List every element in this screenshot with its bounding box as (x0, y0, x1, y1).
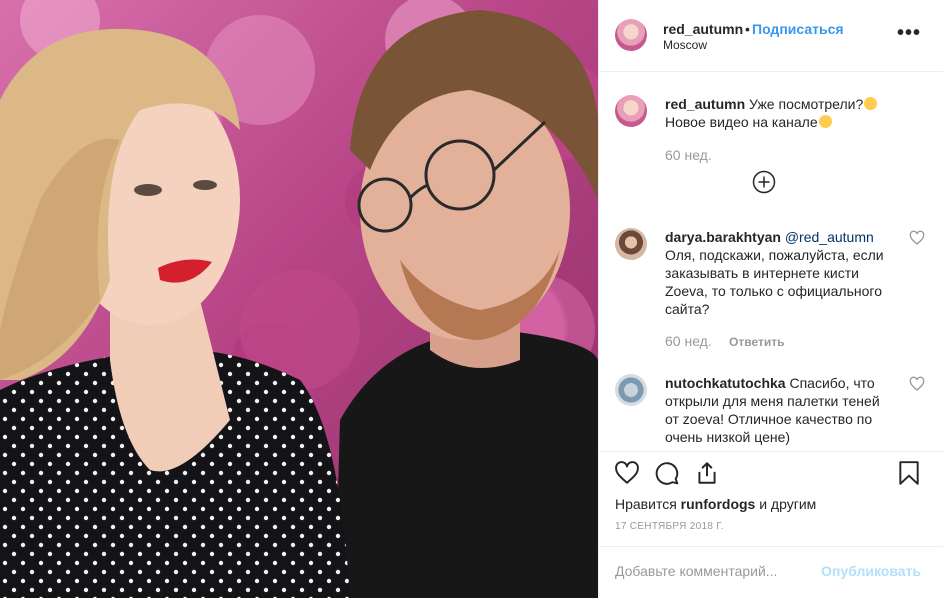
caption-line-1: Уже посмотрели? (749, 96, 864, 112)
caption: red_autumn Уже посмотрели? Новое видео н… (615, 95, 925, 165)
reply-button[interactable]: Ответить (729, 335, 784, 349)
caption-avatar[interactable] (615, 95, 647, 127)
comment-time[interactable]: 60 нед. (665, 333, 712, 349)
kiss-emoji-icon (818, 115, 832, 128)
post-date[interactable]: 17 СЕНТЯБРЯ 2018 Г. (615, 521, 724, 532)
comment-item: nutochkatutochka Спасибо, что открыли дл… (615, 374, 925, 451)
comment-body: nutochkatutochka Спасибо, что открыли дл… (665, 374, 895, 446)
comment-icon[interactable] (654, 460, 680, 486)
post-header: red_autumn • Подписаться Moscow ••• (599, 0, 943, 72)
post-actions: Нравится runfordogs и другим 17 СЕНТЯБРЯ… (599, 451, 943, 598)
more-icon[interactable]: ••• (897, 22, 921, 45)
likes-suffix[interactable]: и другим (759, 496, 816, 512)
comment-item: darya.barakhtyan @red_autumn Оля, подска… (615, 228, 925, 358)
follow-button[interactable]: Подписаться (752, 21, 844, 37)
post-side-panel: red_autumn • Подписаться Moscow ••• red_… (598, 0, 943, 598)
header-separator: • (745, 21, 750, 37)
caption-username[interactable]: red_autumn (665, 96, 745, 112)
bookmark-icon[interactable] (896, 460, 922, 486)
wink-emoji-icon (864, 97, 878, 110)
comments-list[interactable]: red_autumn Уже посмотрели? Новое видео н… (599, 73, 943, 451)
add-comment-section: Опубликовать (599, 546, 943, 599)
publish-button[interactable]: Опубликовать (821, 563, 921, 579)
commenter-avatar[interactable] (615, 374, 647, 406)
comment-input[interactable] (615, 563, 815, 579)
comment-username[interactable]: nutochkatutochka (665, 375, 786, 391)
share-icon[interactable] (694, 460, 720, 486)
caption-time[interactable]: 60 нед. (665, 147, 712, 163)
commenter-avatar[interactable] (615, 228, 647, 260)
likes-line: Нравится runfordogs и другим (615, 496, 816, 512)
author-username[interactable]: red_autumn (663, 21, 743, 37)
comment-mention[interactable]: @red_autumn (785, 229, 874, 245)
comment-text: Оля, подскажи, пожалуйста, если заказыва… (665, 247, 884, 317)
photo-illustration (0, 0, 598, 598)
like-comment-heart-icon[interactable] (909, 376, 925, 392)
location-link[interactable]: Moscow (663, 38, 707, 52)
like-comment-heart-icon[interactable] (909, 230, 925, 246)
plus-circle-icon[interactable] (752, 170, 776, 194)
likes-prefix: Нравится (615, 496, 677, 512)
post-photo[interactable] (0, 0, 598, 598)
caption-line-2: Новое видео на канале (665, 114, 818, 130)
heart-icon[interactable] (614, 460, 640, 486)
author-avatar[interactable] (615, 19, 647, 51)
likes-user[interactable]: runfordogs (681, 496, 756, 512)
comment-username[interactable]: darya.barakhtyan (665, 229, 781, 245)
caption-body: red_autumn Уже посмотрели? Новое видео н… (665, 95, 895, 131)
comment-body: darya.barakhtyan @red_autumn Оля, подска… (665, 228, 895, 318)
